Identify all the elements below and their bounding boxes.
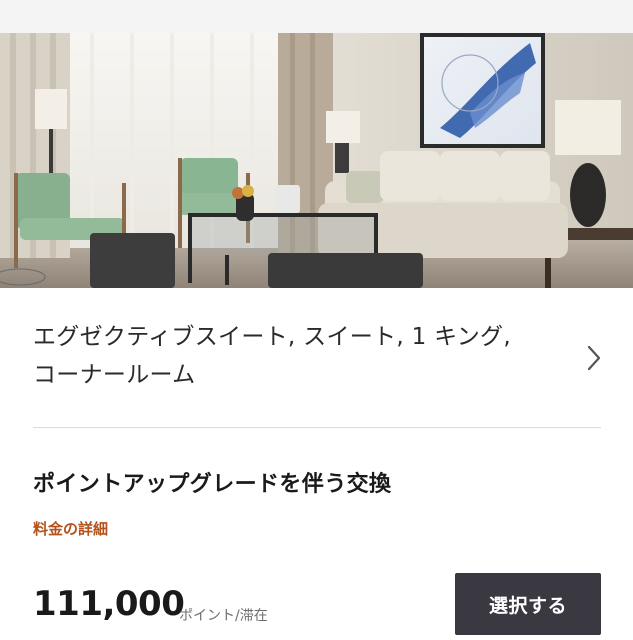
room-photo[interactable]	[0, 33, 633, 288]
rate-title: ポイントアップグレードを伴う交換	[33, 472, 392, 497]
section-divider	[33, 427, 601, 428]
chevron-right-icon[interactable]	[585, 343, 603, 373]
room-title-line1: エグゼクティブスイート, スイート, 1 キング,	[33, 324, 511, 350]
rate-details-link[interactable]: 料金の詳細	[33, 518, 108, 539]
select-button[interactable]: 選択する	[455, 573, 601, 635]
room-title[interactable]: エグゼクティブスイート, スイート, 1 キング, コーナールーム	[33, 318, 563, 394]
price-amount: 111,000	[33, 584, 185, 624]
room-title-line2: コーナールーム	[33, 362, 196, 388]
top-bar-strip	[0, 0, 633, 33]
price-unit: ポイント/滞在	[179, 608, 268, 624]
